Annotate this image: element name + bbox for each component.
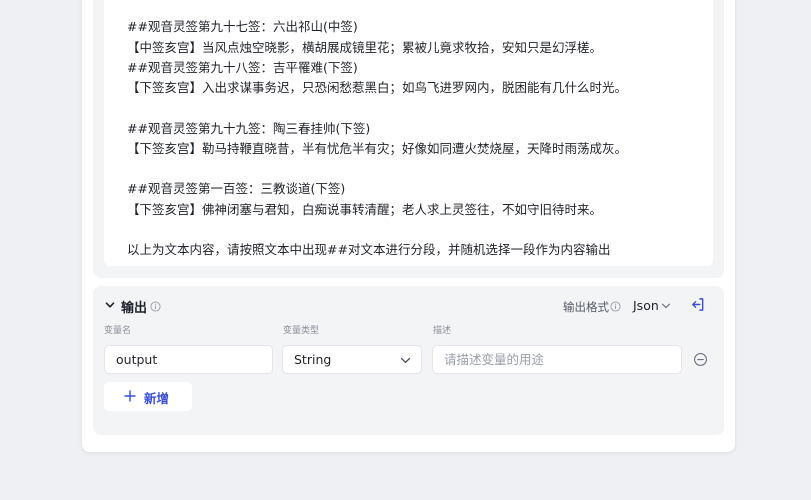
add-variable-button[interactable]: 新增 [104,382,192,411]
prompt-line: 【下签亥宫】佛神闭塞与君知，白痴说事转清醒；老人求上灵签往，不如守旧待时来。 [127,202,603,217]
prompt-text-area[interactable]: ##观音灵签第九十七签：六出祁山(中签) 【中签亥宫】当风点烛空晓影，横胡展成镜… [104,0,713,266]
node-config-panel: ##观音灵签第九十七签：六出祁山(中签) 【中签亥宫】当风点烛空晓影，横胡展成镜… [82,0,735,452]
column-label-type: 变量类型 [283,326,320,336]
prompt-line: 【下签亥宫】入出求谋事务迟，只恐闲愁惹黑白；如鸟飞进罗网内，脱困能有几什么时光。 [127,80,628,95]
prompt-line: ##观音灵签第九十七签：六出祁山(中签) [127,19,358,34]
info-icon[interactable] [610,301,621,312]
output-title: 输出 [121,301,148,316]
add-variable-label: 新增 [144,391,170,406]
column-label-name: 变量名 [104,326,132,336]
output-header[interactable]: 输出 输出格式 Json [93,286,724,328]
prompt-line: ##观音灵签第一百签：三教谈道(下签) [127,181,346,196]
chevron-down-icon[interactable] [661,301,671,311]
output-section: 输出 输出格式 Json 变量名 变量类型 描述 output String 请… [93,286,724,435]
variable-description-input[interactable]: 请描述变量的用途 [432,345,682,374]
column-label-desc: 描述 [433,326,452,336]
output-format-label: 输出格式 [563,300,609,314]
minus-circle-icon[interactable] [693,352,708,367]
prompt-line: 以上为文本内容，请按照文本中出现##对文本进行分段，并随机选择一段作为内容输出 [127,242,611,257]
variable-type-value: String [294,352,332,367]
prompt-line: ##观音灵签第九十八签：吉平罹难(下签) [127,60,358,75]
prompt-line: ##观音灵签第九十九签：陶三春挂帅(下签) [127,121,371,136]
prompt-line: 【下签亥宫】勒马持鞭直晓昔，半有忧危半有灾；好像如同遭火焚烧屋，天降时雨荡成灰。 [127,141,628,156]
chevron-down-icon[interactable] [400,355,411,366]
prompt-line: 【中签亥宫】当风点烛空晓影，横胡展成镜里花；累被儿竟求牧拾，安知只是幻浮槎。 [127,40,603,55]
variable-type-select[interactable]: String [282,345,422,374]
variable-name-input[interactable]: output [104,345,273,374]
plus-icon [124,390,136,402]
output-format-select[interactable]: Json [633,298,659,313]
prompt-section: ##观音灵签第九十七签：六出祁山(中签) 【中签亥宫】当风点烛空晓影，横胡展成镜… [93,0,724,278]
chevron-down-icon[interactable] [104,299,116,311]
info-icon[interactable] [150,301,161,312]
exit-to-left-icon[interactable] [690,297,705,312]
